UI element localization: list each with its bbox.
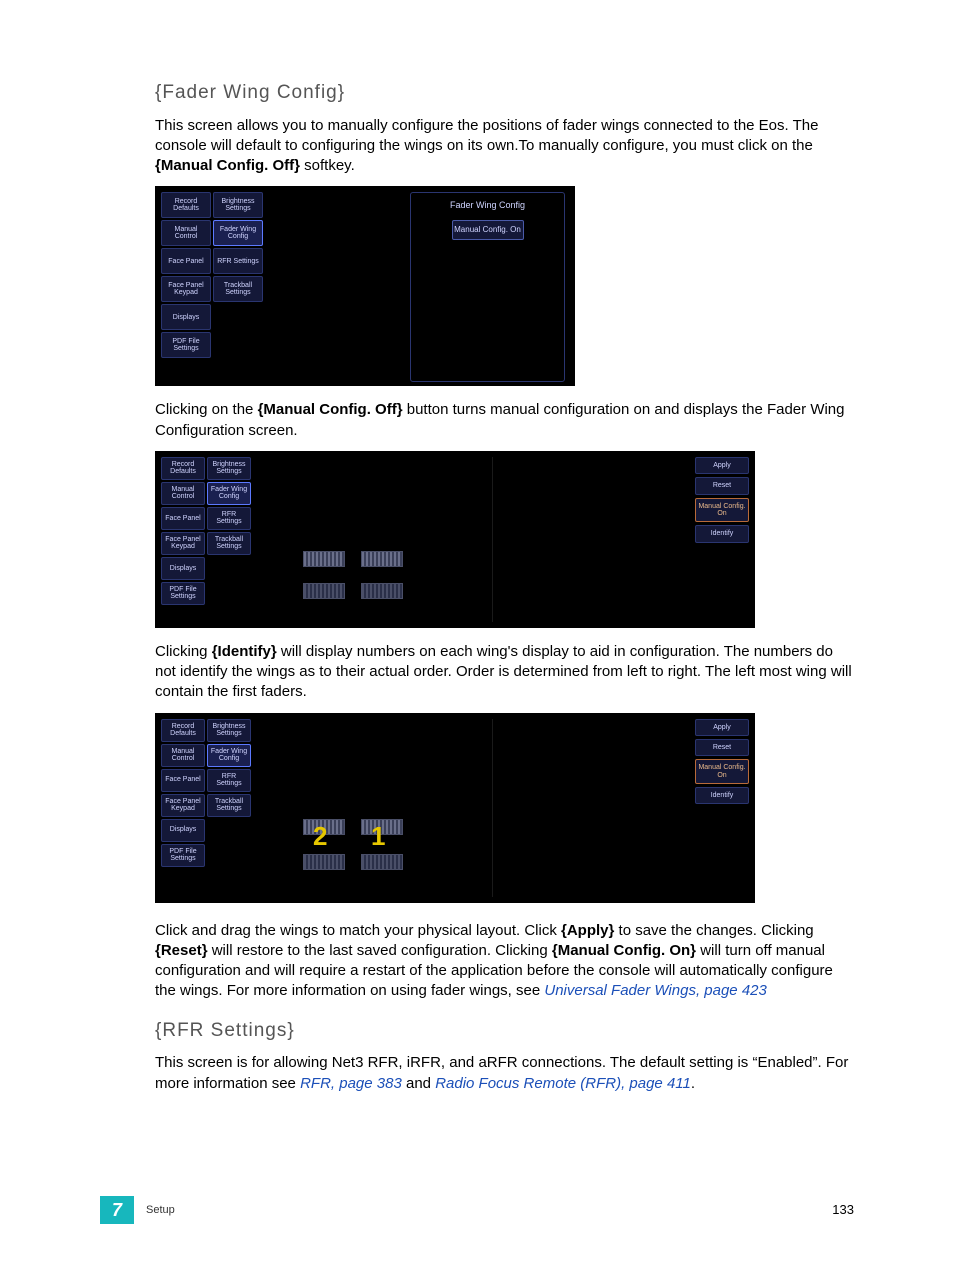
softkey-displays[interactable]: Displays: [161, 819, 205, 842]
reset-button[interactable]: Reset: [695, 477, 749, 494]
softkey-face-panel-keypad[interactable]: Face Panel Keypad: [161, 794, 205, 817]
softkey-ref: {Manual Config. On}: [552, 942, 696, 959]
softkey-rfr-settings[interactable]: RFR Settings: [213, 248, 263, 274]
reset-button[interactable]: Reset: [695, 739, 749, 756]
fader-wing[interactable]: [303, 551, 345, 567]
wing-id-number: 2: [313, 819, 327, 854]
text: softkey.: [300, 157, 355, 174]
text: will restore to the last saved configura…: [208, 942, 552, 959]
manual-config-on-button[interactable]: Manual Config. On: [695, 498, 749, 523]
page-footer: 7 Setup 133: [0, 1196, 954, 1224]
softkey-manual-control[interactable]: Manual Control: [161, 220, 211, 246]
paragraph-rfr: This screen is for allowing Net3 RFR, iR…: [155, 1053, 854, 1094]
heading-fader-wing-config: {Fader Wing Config}: [155, 80, 854, 106]
softkey-pdf-file-settings[interactable]: PDF File Settings: [161, 582, 205, 605]
chapter-number: 7: [100, 1196, 134, 1224]
softkey-ref: {Apply}: [561, 922, 614, 939]
text: to save the changes. Clicking: [614, 922, 813, 939]
wing-id-number: 1: [371, 819, 385, 854]
apply-button[interactable]: Apply: [695, 719, 749, 736]
fader-wing[interactable]: [303, 583, 345, 599]
chapter-title: Setup: [146, 1203, 175, 1218]
screenshot-fader-wing-config-panel: Record Defaults Brightness Settings Manu…: [155, 186, 575, 386]
softkey-displays[interactable]: Displays: [161, 557, 205, 580]
panel-title: Fader Wing Config: [415, 199, 560, 211]
fader-wing[interactable]: [361, 583, 403, 599]
softkey-ref: {Identify}: [212, 643, 277, 660]
manual-config-on-button[interactable]: Manual Config. On: [695, 759, 749, 784]
softkey-brightness-settings[interactable]: Brightness Settings: [207, 719, 251, 742]
softkey-rfr-settings[interactable]: RFR Settings: [207, 507, 251, 530]
softkey-ref: {Manual Config. Off}: [155, 157, 300, 174]
apply-button[interactable]: Apply: [695, 457, 749, 474]
softkey-record-defaults[interactable]: Record Defaults: [161, 457, 205, 480]
fader-wing[interactable]: [361, 854, 403, 870]
wing-layout-area[interactable]: [273, 457, 493, 622]
identify-button[interactable]: Identify: [695, 525, 749, 542]
softkey-manual-control[interactable]: Manual Control: [161, 744, 205, 767]
softkey-trackball-settings[interactable]: Trackball Settings: [207, 532, 251, 555]
text: Clicking: [155, 643, 212, 660]
softkey-record-defaults[interactable]: Record Defaults: [161, 192, 211, 218]
manual-config-on-button[interactable]: Manual Config. On: [452, 220, 524, 241]
paragraph-drag-apply: Click and drag the wings to match your p…: [155, 921, 854, 1002]
screenshot-identify-wings: Record Defaults Brightness Settings Manu…: [155, 713, 755, 903]
text: and: [402, 1075, 435, 1092]
softkey-brightness-settings[interactable]: Brightness Settings: [207, 457, 251, 480]
page-number: 133: [832, 1201, 854, 1219]
softkey-brightness-settings[interactable]: Brightness Settings: [213, 192, 263, 218]
softkey-trackball-settings[interactable]: Trackball Settings: [213, 276, 263, 302]
softkey-face-panel-keypad[interactable]: Face Panel Keypad: [161, 532, 205, 555]
fader-wing[interactable]: [303, 854, 345, 870]
softkey-fader-wing-config[interactable]: Fader Wing Config: [213, 220, 263, 246]
softkey-rfr-settings[interactable]: RFR Settings: [207, 769, 251, 792]
text: .: [691, 1075, 695, 1092]
screenshot-wing-config-screen: Record Defaults Brightness Settings Manu…: [155, 451, 755, 628]
fader-wing[interactable]: [361, 551, 403, 567]
softkey-face-panel[interactable]: Face Panel: [161, 248, 211, 274]
paragraph-manual-off: Clicking on the {Manual Config. Off} but…: [155, 400, 854, 441]
link-radio-focus-remote[interactable]: Radio Focus Remote (RFR), page 411: [435, 1075, 691, 1092]
softkey-face-panel[interactable]: Face Panel: [161, 507, 205, 530]
text: Click and drag the wings to match your p…: [155, 922, 561, 939]
softkey-fader-wing-config[interactable]: Fader Wing Config: [207, 482, 251, 505]
identify-button[interactable]: Identify: [695, 787, 749, 804]
text: Clicking on the: [155, 401, 258, 418]
softkey-record-defaults[interactable]: Record Defaults: [161, 719, 205, 742]
softkey-fader-wing-config[interactable]: Fader Wing Config: [207, 744, 251, 767]
paragraph-intro: This screen allows you to manually confi…: [155, 116, 854, 177]
heading-rfr-settings: {RFR Settings}: [155, 1018, 854, 1044]
softkey-pdf-file-settings[interactable]: PDF File Settings: [161, 844, 205, 867]
link-universal-fader-wings[interactable]: Universal Fader Wings, page 423: [544, 982, 766, 999]
paragraph-identify: Clicking {Identify} will display numbers…: [155, 642, 854, 703]
softkey-trackball-settings[interactable]: Trackball Settings: [207, 794, 251, 817]
text: This screen allows you to manually confi…: [155, 117, 818, 154]
softkey-ref: {Reset}: [155, 942, 208, 959]
softkey-displays[interactable]: Displays: [161, 304, 211, 330]
softkey-face-panel[interactable]: Face Panel: [161, 769, 205, 792]
softkey-manual-control[interactable]: Manual Control: [161, 482, 205, 505]
softkey-pdf-file-settings[interactable]: PDF File Settings: [161, 332, 211, 358]
softkey-face-panel-keypad[interactable]: Face Panel Keypad: [161, 276, 211, 302]
softkey-ref: {Manual Config. Off}: [258, 401, 403, 418]
link-rfr[interactable]: RFR, page 383: [300, 1075, 402, 1092]
wing-layout-area[interactable]: 2 1: [273, 719, 493, 897]
fader-wing-config-panel: Fader Wing Config Manual Config. On: [410, 192, 565, 382]
